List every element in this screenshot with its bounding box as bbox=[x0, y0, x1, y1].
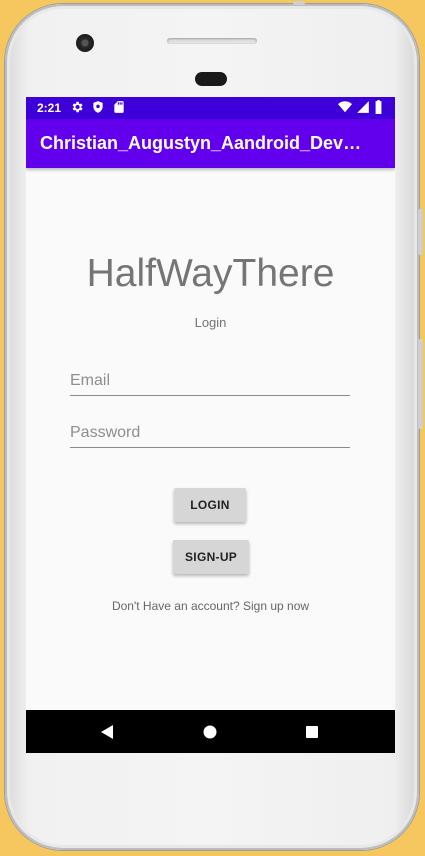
app-name-heading: HalfWayThere bbox=[86, 252, 335, 295]
back-icon[interactable] bbox=[98, 723, 116, 741]
shield-icon bbox=[93, 101, 103, 113]
email-field-container bbox=[70, 369, 350, 396]
recents-icon[interactable] bbox=[303, 723, 321, 741]
power-button bbox=[418, 339, 423, 429]
status-time: 2:21 bbox=[37, 101, 62, 115]
login-subtitle: Login bbox=[194, 315, 227, 330]
signal-icon bbox=[357, 101, 369, 113]
top-button bbox=[293, 1, 305, 5]
device-screen: 2:21 Christian_Augustyn_Aandroid_Develop… bbox=[26, 97, 395, 753]
volume-up-button bbox=[418, 209, 423, 255]
front-camera bbox=[76, 34, 94, 52]
password-field[interactable] bbox=[70, 421, 350, 445]
earpiece-speaker bbox=[167, 38, 257, 44]
battery-icon bbox=[375, 100, 382, 114]
status-bar: 2:21 bbox=[26, 97, 395, 119]
navigation-bar bbox=[26, 710, 395, 753]
sd-card-icon bbox=[114, 101, 124, 113]
gear-icon bbox=[72, 101, 83, 113]
home-icon[interactable] bbox=[201, 723, 219, 741]
app-bar-title: Christian_Augustyn_Aandroid_Develop... bbox=[40, 133, 370, 153]
app-bar: Christian_Augustyn_Aandroid_Develop... bbox=[26, 119, 395, 168]
email-field[interactable] bbox=[70, 369, 350, 393]
signup-button[interactable]: SIGN-UP bbox=[173, 540, 250, 574]
password-field-container bbox=[70, 421, 350, 448]
proximity-sensor bbox=[195, 72, 227, 86]
wifi-icon bbox=[338, 101, 352, 113]
signup-link[interactable]: Don't Have an account? Sign up now bbox=[26, 599, 395, 613]
login-button[interactable]: LOGIN bbox=[174, 488, 246, 522]
